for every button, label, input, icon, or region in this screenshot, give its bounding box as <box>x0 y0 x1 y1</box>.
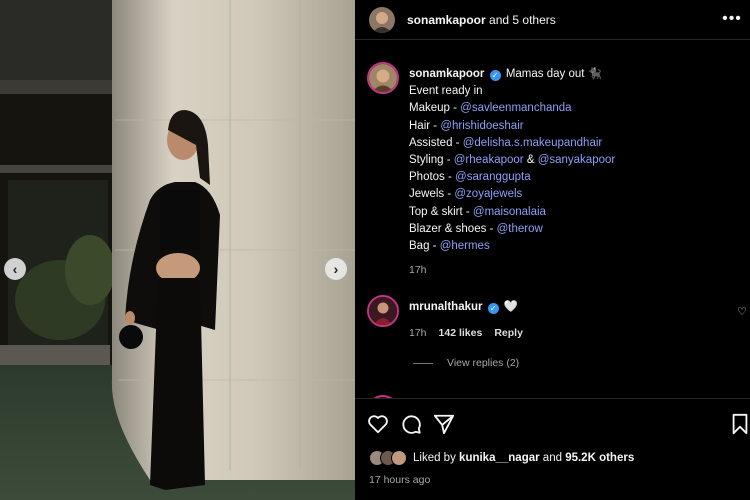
mention-link[interactable]: @hrishidoeshair <box>440 120 523 132</box>
mention-link[interactable]: @saranggupta <box>455 171 531 183</box>
caption-line: Top & skirt - @maisonalaia <box>409 205 546 218</box>
comment-body: mrunalthakur ✓ 🤍 17h 142 likes Reply <box>409 299 729 339</box>
chevron-right-icon[interactable]: › <box>325 258 347 280</box>
header-text: sonamkapoor and 5 others <box>407 13 556 27</box>
avatar[interactable] <box>369 6 395 33</box>
view-replies-label: View replies (2) <box>447 357 520 369</box>
comment-username[interactable]: mrunalthakur <box>409 301 483 313</box>
caption-line: Photos - @saranggupta <box>409 171 531 184</box>
mention-link[interactable]: @delisha.s.makeupandhair <box>463 137 603 149</box>
post-header: sonamkapoor and 5 others ••• <box>355 0 750 40</box>
comment-meta: 17h 142 likes Reply <box>409 327 729 339</box>
avatar[interactable] <box>367 62 399 94</box>
mention-link[interactable]: @savleenmanchanda <box>460 102 571 114</box>
heart-icon[interactable] <box>367 413 389 435</box>
mention-link[interactable]: @hermes <box>440 240 490 252</box>
header-username[interactable]: sonamkapoor <box>407 13 486 27</box>
divider <box>413 362 433 364</box>
caption-first-line: sonamkapoor ✓ Mamas day out 🐈‍⬛ <box>409 66 739 83</box>
action-bar <box>355 398 750 442</box>
view-replies-button[interactable]: View replies (2) <box>413 357 519 369</box>
mention-link[interactable]: @rheakapoor <box>454 154 524 166</box>
reply-button[interactable]: Reply <box>494 327 523 339</box>
caption-body: sonamkapoor ✓ Mamas day out 🐈‍⬛ Event re… <box>409 66 739 279</box>
post-side-panel: sonamkapoor and 5 others ••• sonamkapoor… <box>355 0 750 500</box>
comment-likes[interactable]: 142 likes <box>439 327 483 339</box>
likes-text: Liked by kunika__nagar and 95.2K others <box>413 452 634 464</box>
mention-link[interactable]: @zoyajewels <box>454 188 522 200</box>
more-horizontal-icon[interactable]: ••• <box>722 9 742 29</box>
caption-line: Hair - @hrishidoeshair <box>409 119 524 132</box>
mention-link[interactable]: @maisonalaia <box>473 206 546 218</box>
likes-and: and <box>542 452 562 464</box>
post-photo-image <box>0 0 355 500</box>
send-icon[interactable] <box>433 413 455 435</box>
caption-line: Bag - @hermes <box>409 240 490 253</box>
mention-link[interactable]: @sanyakapoor <box>538 154 616 166</box>
caption-line: Makeup - @savleenmanchanda <box>409 102 572 115</box>
comment-icon[interactable] <box>400 413 422 435</box>
caption-line: Jewels - @zoyajewels <box>409 188 523 201</box>
header-others[interactable]: and 5 others <box>489 13 556 27</box>
likes-count[interactable]: 95.2K others <box>565 452 634 464</box>
comment-time[interactable]: 17h <box>409 327 427 339</box>
caption-time[interactable]: 17h <box>409 262 739 279</box>
likes-summary: Liked by kunika__nagar and 95.2K others <box>369 450 634 466</box>
cat-emoji-icon: 🐈‍⬛ <box>587 68 602 80</box>
liker-avatars <box>369 450 407 466</box>
caption-line: Blazer & shoes - @therow <box>409 222 543 235</box>
caption-username[interactable]: sonamkapoor <box>409 68 484 80</box>
caption-intro: Mamas day out <box>505 68 585 80</box>
avatar <box>391 450 407 466</box>
liker-username[interactable]: kunika__nagar <box>459 452 540 464</box>
mention-link[interactable]: @therow <box>497 223 543 235</box>
comment-text: 🤍 <box>503 301 519 313</box>
partial-comment-avatar <box>367 390 399 398</box>
post-photo: ‹ › <box>0 0 355 500</box>
caption-line: Event ready in <box>409 85 483 98</box>
avatar[interactable] <box>367 295 399 327</box>
verified-badge-icon: ✓ <box>487 303 499 314</box>
caption-line: Assisted - @delisha.s.makeupandhair <box>409 136 603 149</box>
verified-badge-icon: ✓ <box>489 70 501 81</box>
post-timestamp[interactable]: 17 hours ago <box>369 474 430 486</box>
bookmark-icon[interactable] <box>729 413 750 435</box>
caption-line: Styling - @rheakapoor & @sanyakapoor <box>409 154 616 167</box>
likes-prefix: Liked by <box>413 452 456 464</box>
chevron-left-icon[interactable]: ‹ <box>4 258 26 280</box>
comment-like-heart-icon[interactable]: ♡ <box>737 305 747 318</box>
